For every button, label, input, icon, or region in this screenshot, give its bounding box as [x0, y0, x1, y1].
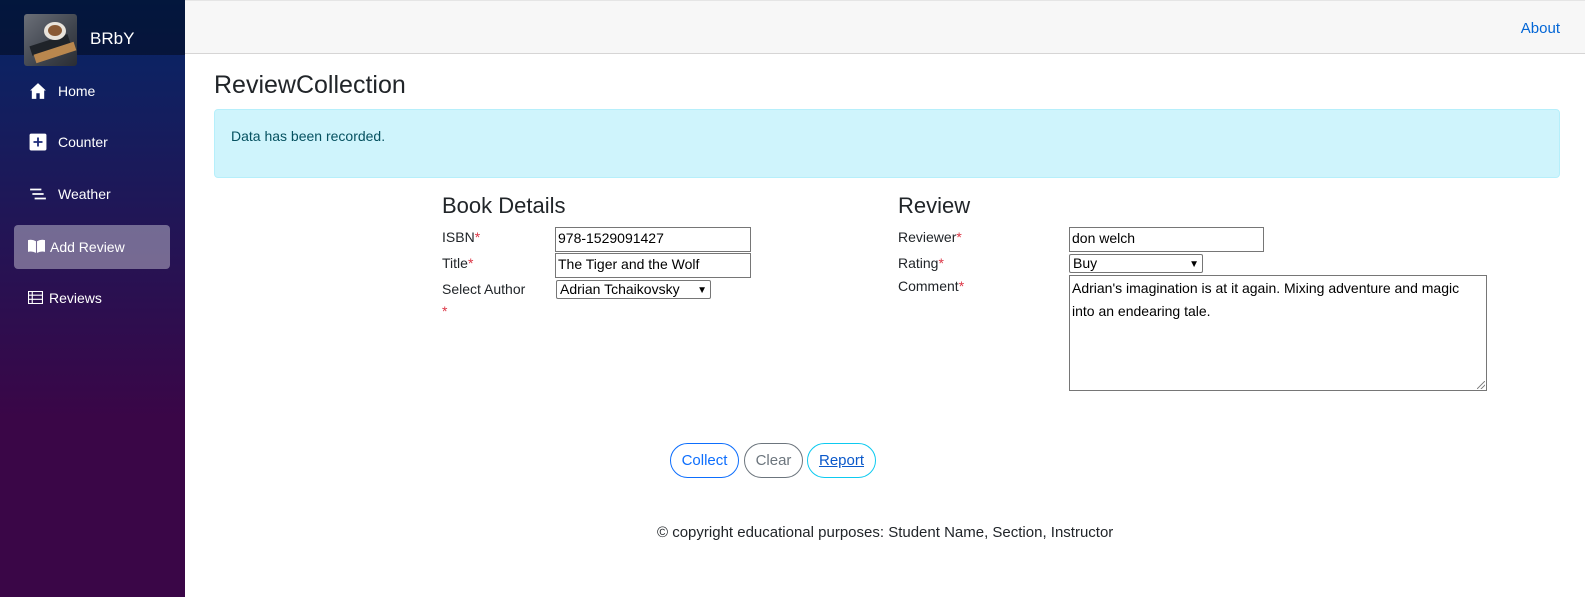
- nav-label-home: Home: [58, 83, 96, 99]
- author-label: Select Author: [442, 281, 526, 297]
- comment-text: Adrian's imagination is at it again. Mix…: [1072, 280, 1460, 319]
- nav-label-add-review: Add Review: [50, 239, 125, 255]
- chevron-down-icon: ▼: [1189, 259, 1199, 270]
- collect-button[interactable]: Collect: [670, 443, 739, 478]
- reviewer-label: Reviewer*: [898, 229, 962, 245]
- title-field[interactable]: The Tiger and the Wolf: [555, 253, 751, 278]
- nav-label-counter: Counter: [58, 134, 108, 150]
- nav-label-weather: Weather: [58, 186, 111, 202]
- nav-label-reviews: Reviews: [49, 290, 102, 306]
- rating-label: Rating*: [898, 255, 944, 271]
- comment-label: Comment*: [898, 278, 965, 294]
- resize-handle-icon[interactable]: [1477, 381, 1485, 389]
- author-required-mark: *: [442, 303, 448, 319]
- nav-item-reviews[interactable]: Reviews: [14, 276, 170, 320]
- table-list-icon: [28, 291, 43, 304]
- page-title: ReviewCollection: [214, 71, 406, 99]
- brand-bar: BRbY: [0, 0, 185, 66]
- top-row: About: [185, 0, 1585, 54]
- rating-select[interactable]: Buy ▼: [1069, 254, 1203, 273]
- alert-message: Data has been recorded.: [231, 128, 386, 144]
- success-alert: Data has been recorded.: [214, 109, 1560, 178]
- about-link[interactable]: About: [1521, 20, 1560, 37]
- reviewer-field[interactable]: don welch: [1069, 227, 1264, 252]
- review-heading: Review: [898, 193, 971, 218]
- list-lines-icon: [30, 188, 46, 200]
- clear-button[interactable]: Clear: [744, 443, 803, 478]
- isbn-field[interactable]: 978-1529091427: [555, 227, 751, 252]
- brand-logo[interactable]: [24, 14, 77, 66]
- report-button[interactable]: Report: [807, 443, 876, 478]
- comment-textarea[interactable]: Adrian's imagination is at it again. Mix…: [1069, 275, 1487, 391]
- title-label: Title*: [442, 255, 474, 271]
- nav-item-home[interactable]: Home: [14, 69, 170, 113]
- plus-square-icon: [29, 133, 47, 151]
- book-details-heading: Book Details: [442, 193, 566, 218]
- home-icon: [30, 83, 46, 99]
- open-book-icon: [28, 239, 45, 253]
- sidebar: BRbY Home Counter Weather Add Review Rev…: [0, 0, 185, 597]
- nav-item-add-review[interactable]: Add Review: [14, 225, 170, 269]
- author-select[interactable]: Adrian Tchaikovsky ▼: [556, 280, 711, 299]
- nav-item-weather[interactable]: Weather: [14, 172, 170, 216]
- brand-name[interactable]: BRbY: [90, 29, 134, 49]
- rating-select-value: Buy: [1073, 255, 1098, 271]
- nav-item-counter[interactable]: Counter: [14, 120, 170, 164]
- chevron-down-icon: ▼: [697, 285, 707, 296]
- author-select-value: Adrian Tchaikovsky: [560, 281, 680, 297]
- isbn-label: ISBN*: [442, 229, 481, 245]
- footer-copyright: © copyright educational purposes: Studen…: [657, 524, 1114, 541]
